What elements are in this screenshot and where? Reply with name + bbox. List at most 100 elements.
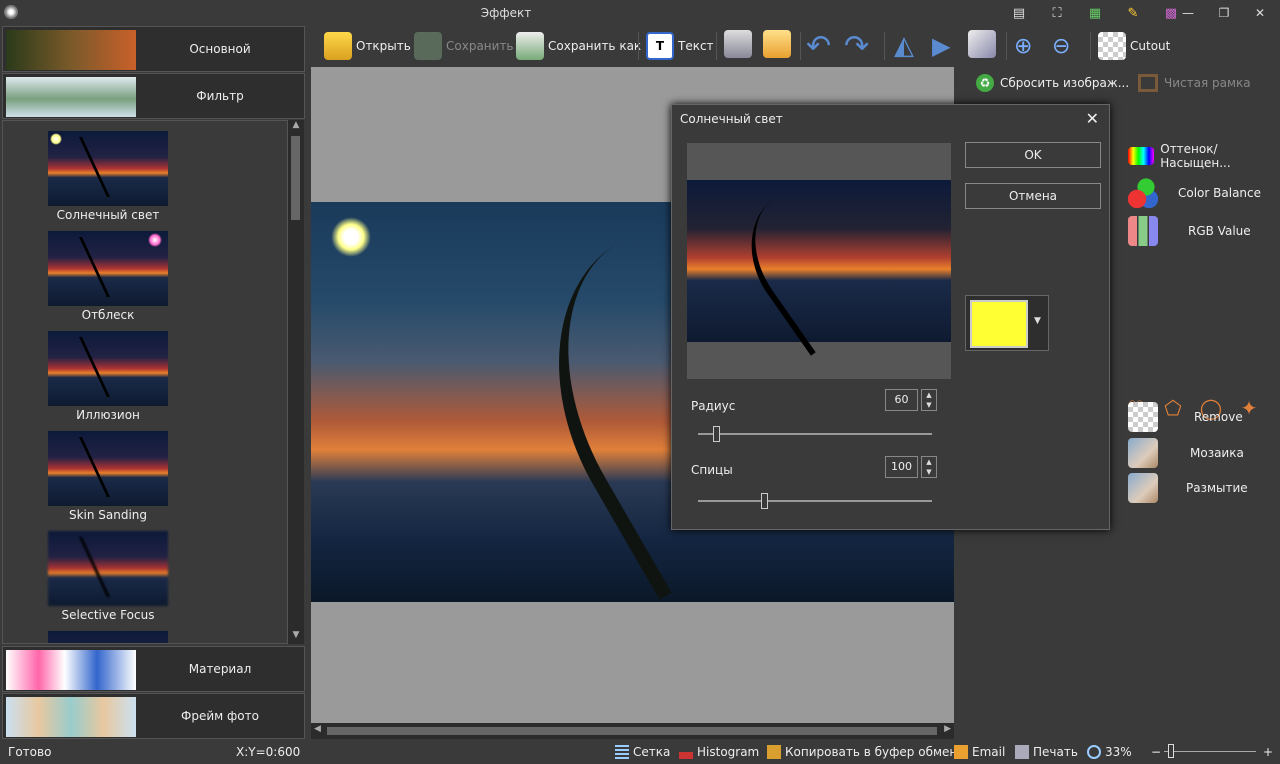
filter-item[interactable]: Иллюзион bbox=[3, 331, 223, 431]
restore-icon[interactable]: ❐ bbox=[1206, 2, 1242, 24]
open-button[interactable]: Открыть bbox=[324, 30, 411, 62]
scroll-up-icon[interactable]: ▲ bbox=[288, 120, 304, 134]
print-icon bbox=[1015, 745, 1029, 759]
clean-frame-button[interactable]: Чистая рамка bbox=[1138, 74, 1251, 92]
grid-toggle[interactable]: Сетка bbox=[615, 745, 670, 759]
email-icon[interactable] bbox=[763, 30, 791, 58]
dialog-title: Солнечный свет bbox=[680, 112, 783, 126]
hue-icon bbox=[1128, 147, 1155, 165]
save-as-button[interactable]: Сохранить как bbox=[516, 30, 641, 62]
filter-list-scrollbar[interactable]: ▲ ▼ bbox=[288, 120, 304, 644]
spokes-input[interactable]: 100 bbox=[885, 456, 918, 478]
category-material[interactable]: Материал bbox=[2, 646, 305, 692]
color-picker[interactable]: ▼ bbox=[965, 295, 1049, 351]
toolbar: Открыть Сохранить Сохранить как T Текст … bbox=[306, 26, 1280, 66]
zoom-in-icon[interactable]: ⊕ bbox=[1014, 30, 1032, 62]
email-button[interactable]: Email bbox=[954, 745, 1005, 759]
zoom-out-icon[interactable]: ⊖ bbox=[1052, 30, 1070, 62]
zoom-in-button[interactable]: + bbox=[1263, 745, 1273, 759]
zoom-slider-handle[interactable] bbox=[1168, 744, 1174, 758]
open-icon bbox=[324, 32, 352, 60]
document-icon[interactable]: ▤ bbox=[1000, 4, 1038, 22]
cutout-button[interactable]: Cutout bbox=[1098, 30, 1170, 62]
radius-stepper[interactable]: ▲ ▼ bbox=[921, 389, 937, 411]
flip-vertical-icon[interactable]: ▶ bbox=[932, 30, 950, 62]
blur-button[interactable]: Размытие bbox=[1128, 473, 1248, 503]
window-title: Эффект bbox=[480, 6, 532, 20]
category-photo-frame[interactable]: Фрейм фото bbox=[2, 693, 305, 739]
category-label: Фильтр bbox=[196, 89, 244, 103]
redo-icon[interactable]: ↷ bbox=[844, 29, 869, 64]
filter-item[interactable]: Отблеск bbox=[3, 231, 223, 331]
preview-image bbox=[687, 164, 951, 356]
rotate-icon[interactable] bbox=[968, 30, 996, 58]
fullscreen-icon[interactable]: ⛶ bbox=[1038, 4, 1076, 22]
print-icon[interactable] bbox=[724, 30, 752, 58]
close-icon[interactable]: ✕ bbox=[1086, 109, 1099, 128]
blur-icon bbox=[1128, 473, 1158, 503]
zoom-out-button[interactable]: − bbox=[1151, 745, 1161, 759]
color-balance-button[interactable]: Color Balance bbox=[1128, 178, 1261, 208]
radius-slider[interactable] bbox=[698, 426, 932, 442]
text-button[interactable]: T Текст bbox=[646, 30, 714, 62]
print-button[interactable]: Печать bbox=[1015, 745, 1078, 759]
color-swatch bbox=[970, 300, 1028, 348]
canvas-horizontal-scrollbar[interactable]: ◀ ▶ bbox=[311, 723, 954, 739]
status-ready: Готово bbox=[8, 745, 52, 759]
reset-image-button[interactable]: ♻ Сбросить изображ... bbox=[976, 74, 1129, 92]
close-icon[interactable]: ✕ bbox=[1242, 2, 1278, 24]
radius-slider-handle[interactable] bbox=[713, 426, 720, 442]
filter-name: Солнечный свет bbox=[56, 208, 160, 222]
scroll-thumb[interactable] bbox=[327, 727, 937, 735]
status-bar: Готово X:Y=0:600 Сетка Histogram Копиров… bbox=[0, 740, 1280, 764]
remove-button[interactable]: Remove bbox=[1128, 402, 1243, 432]
pencil-icon[interactable]: ✎ bbox=[1114, 4, 1152, 22]
radius-label: Радиус bbox=[691, 399, 736, 413]
ok-button[interactable]: OK bbox=[965, 142, 1101, 168]
spokes-stepper[interactable]: ▲ ▼ bbox=[921, 456, 937, 478]
zoom-slider[interactable] bbox=[1164, 751, 1256, 752]
scroll-thumb[interactable] bbox=[291, 136, 300, 220]
category-label: Основной bbox=[189, 42, 251, 56]
category-label: Фрейм фото bbox=[181, 709, 259, 723]
scroll-down-icon[interactable]: ▼ bbox=[288, 630, 304, 644]
rgb-value-button[interactable]: RGB Value bbox=[1128, 216, 1251, 246]
filter-name: Selective Focus bbox=[61, 608, 155, 622]
title-bar: Эффект ▤ ⛶ ▦ ✎ ▩ — ❐ ✕ bbox=[0, 0, 1280, 26]
radius-input[interactable]: 60 bbox=[885, 389, 918, 411]
filter-name: Иллюзион bbox=[76, 408, 140, 422]
scroll-right-icon[interactable]: ▶ bbox=[944, 724, 951, 734]
filter-item[interactable]: Skin Sanding bbox=[3, 431, 223, 531]
filter-thumbnail bbox=[48, 631, 168, 643]
filter-thumbnail bbox=[48, 531, 168, 606]
histogram-button[interactable]: Histogram bbox=[679, 745, 759, 759]
mosaic-icon bbox=[1128, 438, 1158, 468]
filter-thumbnail bbox=[48, 431, 168, 506]
spokes-label: Спицы bbox=[691, 463, 733, 477]
chevron-down-icon[interactable]: ▼ bbox=[1034, 316, 1041, 326]
coordinates-readout: X:Y=0:600 bbox=[236, 745, 301, 759]
spokes-slider[interactable] bbox=[698, 493, 932, 509]
window-controls: — ❐ ✕ bbox=[1170, 2, 1278, 24]
filter-item[interactable]: Солнечный свет bbox=[3, 131, 223, 231]
filter-item[interactable]: Selective Focus bbox=[3, 531, 223, 631]
flip-horizontal-icon[interactable]: ◭ bbox=[894, 30, 914, 62]
category-filter[interactable]: Фильтр bbox=[2, 73, 305, 119]
category-basic[interactable]: Основной bbox=[2, 26, 305, 72]
cancel-button[interactable]: Отмена bbox=[965, 183, 1101, 209]
filter-thumbnail bbox=[48, 231, 168, 306]
scroll-left-icon[interactable]: ◀ bbox=[314, 724, 321, 734]
spokes-slider-handle[interactable] bbox=[761, 493, 768, 509]
copy-clipboard-button[interactable]: Копировать в буфер обмена bbox=[767, 745, 965, 759]
hue-saturation-button[interactable]: Оттенок/Насыщен... bbox=[1128, 142, 1280, 170]
frame-icon bbox=[1138, 74, 1158, 92]
filter-item[interactable] bbox=[3, 631, 223, 643]
undo-icon[interactable]: ↶ bbox=[806, 29, 831, 64]
category-label: Материал bbox=[188, 662, 252, 676]
palette-icon[interactable]: ▦ bbox=[1076, 4, 1114, 22]
save-button[interactable]: Сохранить bbox=[414, 30, 514, 62]
minimize-icon[interactable]: — bbox=[1170, 2, 1206, 24]
filter-name: Skin Sanding bbox=[68, 508, 148, 522]
mosaic-button[interactable]: Мозаика bbox=[1128, 438, 1244, 468]
text-icon: T bbox=[646, 32, 674, 60]
